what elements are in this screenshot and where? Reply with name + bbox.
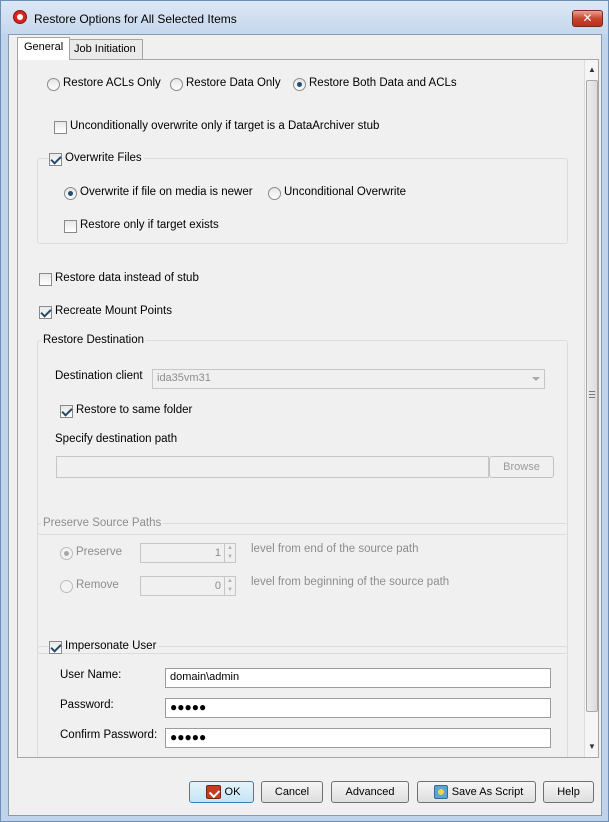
app-logo-icon <box>13 10 27 24</box>
preserve-level-description: level from end of the source path <box>251 543 419 555</box>
browse-button[interactable]: Browse <box>489 456 554 478</box>
radio-restore-acls-only[interactable] <box>47 78 60 91</box>
grip-icon <box>589 391 595 398</box>
remove-level-value: 0 <box>214 580 221 592</box>
restore-if-exists-checkbox[interactable] <box>64 220 77 233</box>
restore-data-instead-of-stub-checkbox[interactable] <box>39 273 52 286</box>
save-script-icon <box>434 785 448 799</box>
confirm-password-label: Confirm Password: <box>60 729 158 741</box>
cancel-button[interactable]: Cancel <box>261 781 323 803</box>
scroll-down-icon[interactable]: ▼ <box>585 739 598 755</box>
destination-client-label: Destination client <box>55 370 143 382</box>
restore-if-exists-label: Restore only if target exists <box>80 219 219 231</box>
unconditional-stub-label: Unconditionally overwrite only if target… <box>70 120 380 132</box>
ok-button-label: OK <box>224 786 241 798</box>
radio-unconditional-overwrite-label: Unconditional Overwrite <box>284 186 407 198</box>
stepper-arrows-icon[interactable]: ▲ ▼ <box>224 577 235 595</box>
remove-level-stepper[interactable]: 0 ▲ ▼ <box>140 576 236 596</box>
destination-path-input[interactable] <box>56 456 489 478</box>
radio-remove[interactable] <box>60 580 73 593</box>
overwrite-files-group <box>37 158 568 244</box>
username-input[interactable]: domain\admin <box>165 668 551 688</box>
advanced-button[interactable]: Advanced <box>331 781 409 803</box>
overwrite-files-label: Overwrite Files <box>63 152 144 164</box>
password-label: Password: <box>60 699 114 711</box>
radio-restore-acls-only-label: Restore ACLs Only <box>63 77 161 89</box>
radio-restore-both-label: Restore Both Data and ACLs <box>309 77 457 89</box>
username-label: User Name: <box>60 669 122 681</box>
restore-data-instead-of-stub-label: Restore data instead of stub <box>55 272 199 284</box>
general-tab-panel: Restore ACLs Only Restore Data Only Rest… <box>17 59 599 758</box>
tab-job-initiation[interactable]: Job Initiation <box>67 39 143 59</box>
scroll-up-icon[interactable]: ▲ <box>585 62 598 78</box>
destination-path-label: Specify destination path <box>55 433 178 445</box>
scroll-thumb[interactable] <box>586 80 598 712</box>
radio-restore-both[interactable] <box>293 78 306 91</box>
ok-icon <box>206 785 221 799</box>
radio-preserve-label: Preserve <box>76 546 123 558</box>
impersonate-user-label: Impersonate User <box>63 640 159 652</box>
preserve-level-stepper[interactable]: 1 ▲ ▼ <box>140 543 236 563</box>
title-bar[interactable]: Restore Options for All Selected Items ✕ <box>1 1 608 34</box>
tab-general[interactable]: General <box>17 37 71 60</box>
impersonate-user-checkbox[interactable] <box>49 641 62 654</box>
save-as-script-button[interactable]: Save As Script <box>417 781 536 803</box>
radio-unconditional-overwrite[interactable] <box>268 187 281 200</box>
preserve-source-paths-title: Preserve Source Paths <box>41 517 164 529</box>
destination-client-value: ida35vm31 <box>157 372 211 384</box>
recreate-mount-points-label: Recreate Mount Points <box>55 305 172 317</box>
radio-remove-label: Remove <box>76 579 119 591</box>
dialog-body: General Job Initiation Restore ACLs Only… <box>8 34 602 816</box>
recreate-mount-points-checkbox[interactable] <box>39 306 52 319</box>
chevron-down-icon <box>532 377 540 381</box>
stepper-arrows-icon[interactable]: ▲ ▼ <box>224 544 235 562</box>
restore-same-folder-label: Restore to same folder <box>76 404 193 416</box>
radio-restore-data-only[interactable] <box>170 78 183 91</box>
close-button[interactable]: ✕ <box>572 10 603 27</box>
window-title: Restore Options for All Selected Items <box>34 12 237 26</box>
destination-client-select[interactable]: ida35vm31 <box>152 369 545 389</box>
ok-button[interactable]: OK <box>189 781 254 803</box>
unconditional-stub-checkbox[interactable] <box>54 121 67 134</box>
confirm-password-input[interactable]: ●●●●● <box>165 728 551 748</box>
preserve-level-value: 1 <box>214 547 221 559</box>
radio-preserve[interactable] <box>60 547 73 560</box>
help-button[interactable]: Help <box>543 781 594 803</box>
radio-restore-data-only-label: Restore Data Only <box>186 77 281 89</box>
password-input[interactable]: ●●●●● <box>165 698 551 718</box>
overwrite-files-checkbox[interactable] <box>49 153 62 166</box>
vertical-scrollbar[interactable]: ▲ ▼ <box>584 60 598 757</box>
remove-level-description: level from beginning of the source path <box>251 576 450 588</box>
save-as-script-label: Save As Script <box>451 786 524 798</box>
dialog-window: Restore Options for All Selected Items ✕… <box>0 0 609 822</box>
restore-destination-title: Restore Destination <box>41 334 146 346</box>
radio-overwrite-if-newer-label: Overwrite if file on media is newer <box>80 186 253 198</box>
radio-overwrite-if-newer[interactable] <box>64 187 77 200</box>
restore-same-folder-checkbox[interactable] <box>60 405 73 418</box>
